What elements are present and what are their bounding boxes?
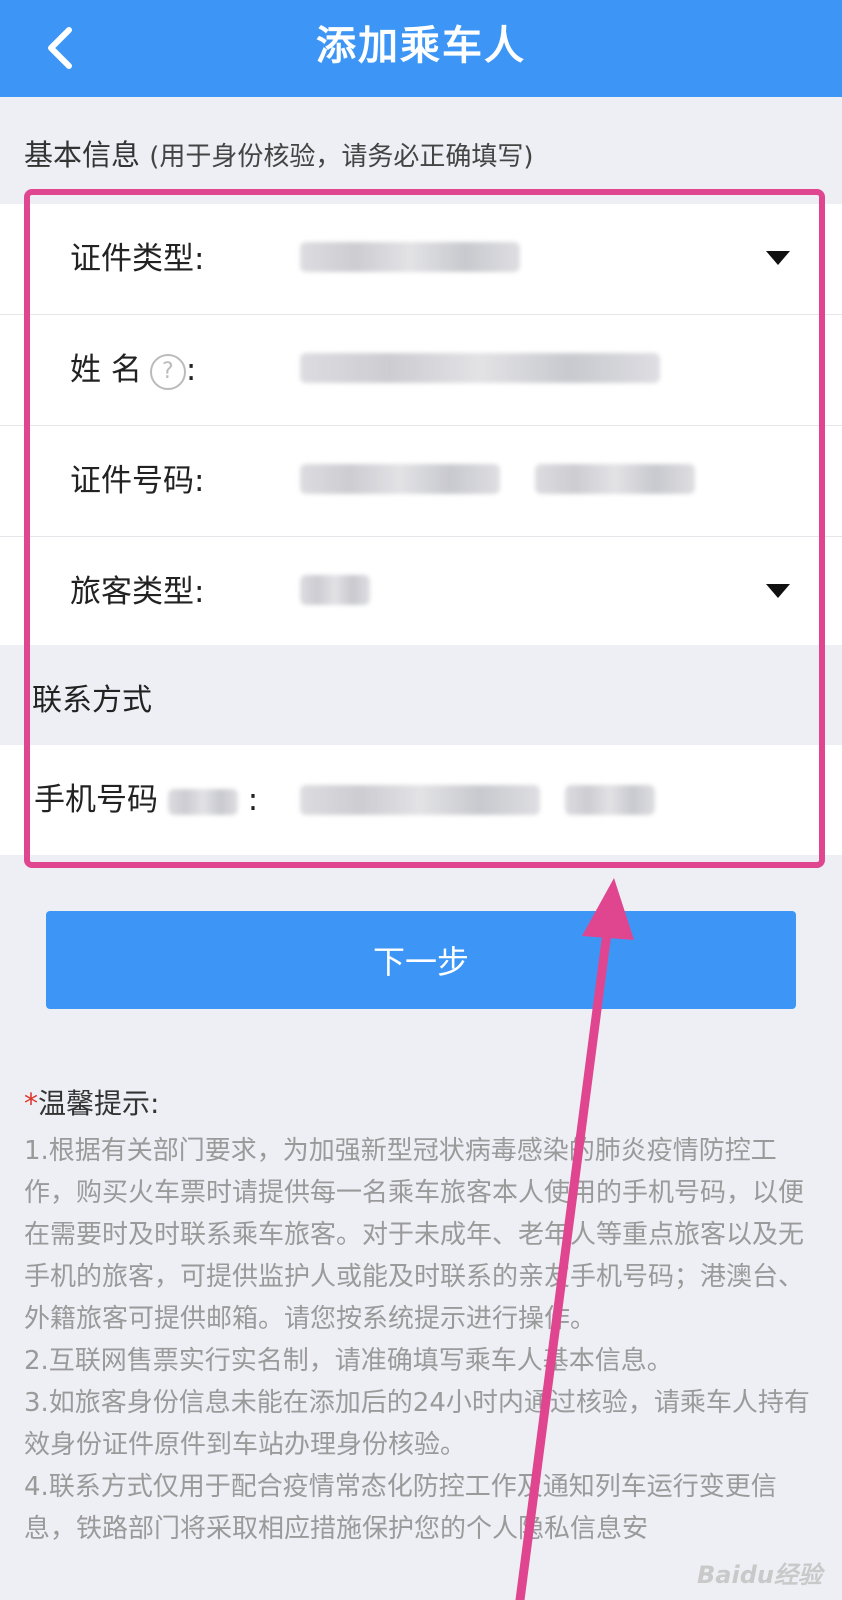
phone-label: 手机号码 : <box>34 745 258 855</box>
passenger-type-row[interactable]: 旅客类型: <box>0 537 842 647</box>
name-label-colon: : <box>185 352 197 388</box>
contact-title: 联系方式 <box>32 683 152 718</box>
id-number-value-redacted <box>300 464 500 494</box>
basic-info-title: 基本信息 <box>24 138 141 172</box>
tips-list: 1.根据有关部门要求，为加强新型冠状病毒感染的肺炎疫情防控工作，购买火车票时请提… <box>24 1130 820 1550</box>
dropdown-caret-icon[interactable] <box>766 251 790 265</box>
passenger-form: 证件类型: 姓 名?: 证件号码: 旅客类型: <box>0 204 842 647</box>
name-row[interactable]: 姓 名?: <box>0 315 842 426</box>
phone-value-redacted <box>300 785 540 815</box>
phone-input[interactable] <box>300 785 656 815</box>
passenger-type-label: 旅客类型: <box>70 574 205 610</box>
dropdown-caret-icon[interactable] <box>766 584 790 598</box>
question-circle-icon[interactable]: ? <box>149 353 186 390</box>
page-title: 添加乘车人 <box>316 23 526 69</box>
id-number-value-redacted-2 <box>535 464 696 494</box>
phone-value-redacted-2 <box>565 785 656 815</box>
app-header: 添加乘车人 <box>0 0 842 97</box>
next-step-button[interactable]: 下一步 <box>46 911 796 1009</box>
baidu-watermark: Baidu经验 <box>697 1561 822 1589</box>
id-type-select[interactable] <box>300 242 520 278</box>
name-input[interactable] <box>300 353 660 389</box>
passenger-type-select[interactable] <box>300 575 370 611</box>
basic-info-heading: 基本信息 (用于身份核验，请务必正确填写) <box>24 132 534 174</box>
id-number-row[interactable]: 证件号码: <box>0 426 842 537</box>
tip-item: 2.互联网售票实行实名制，请准确填写乘车人基本信息。 <box>24 1346 673 1376</box>
name-value-redacted <box>300 353 660 383</box>
required-star: * <box>24 1087 38 1120</box>
tips-title: 温馨提示: <box>38 1087 160 1120</box>
phone-label-colon: : <box>247 782 259 818</box>
tip-item: 1.根据有关部门要求，为加强新型冠状病毒感染的肺炎疫情防控工作，购买火车票时请提… <box>24 1136 805 1334</box>
id-number-input[interactable] <box>300 464 696 500</box>
phone-label-text: 手机号码 <box>34 782 158 818</box>
contact-section: 联系方式 <box>0 645 842 745</box>
phone-row[interactable]: 手机号码 : <box>0 745 842 855</box>
name-label-text: 姓 名 <box>70 352 142 388</box>
passenger-type-value-redacted <box>300 575 370 605</box>
tips-heading: *温馨提示: <box>24 1082 159 1122</box>
basic-info-hint: (用于身份核验，请务必正确填写) <box>149 142 534 172</box>
id-number-label: 证件号码: <box>70 463 205 499</box>
id-type-value-redacted <box>300 242 520 272</box>
id-type-label: 证件类型: <box>70 241 205 277</box>
tip-item: 4.联系方式仅用于配合疫情常态化防控工作及通知列车运行变更信息，铁路部门将采取相… <box>24 1472 777 1544</box>
id-type-row[interactable]: 证件类型: <box>0 204 842 315</box>
tip-item: 3.如旅客身份信息未能在添加后的24小时内通过核验，请乘车人持有效身份证件原件到… <box>24 1388 810 1460</box>
phone-label-redacted <box>167 788 238 815</box>
name-label: 姓 名?: <box>70 315 196 425</box>
